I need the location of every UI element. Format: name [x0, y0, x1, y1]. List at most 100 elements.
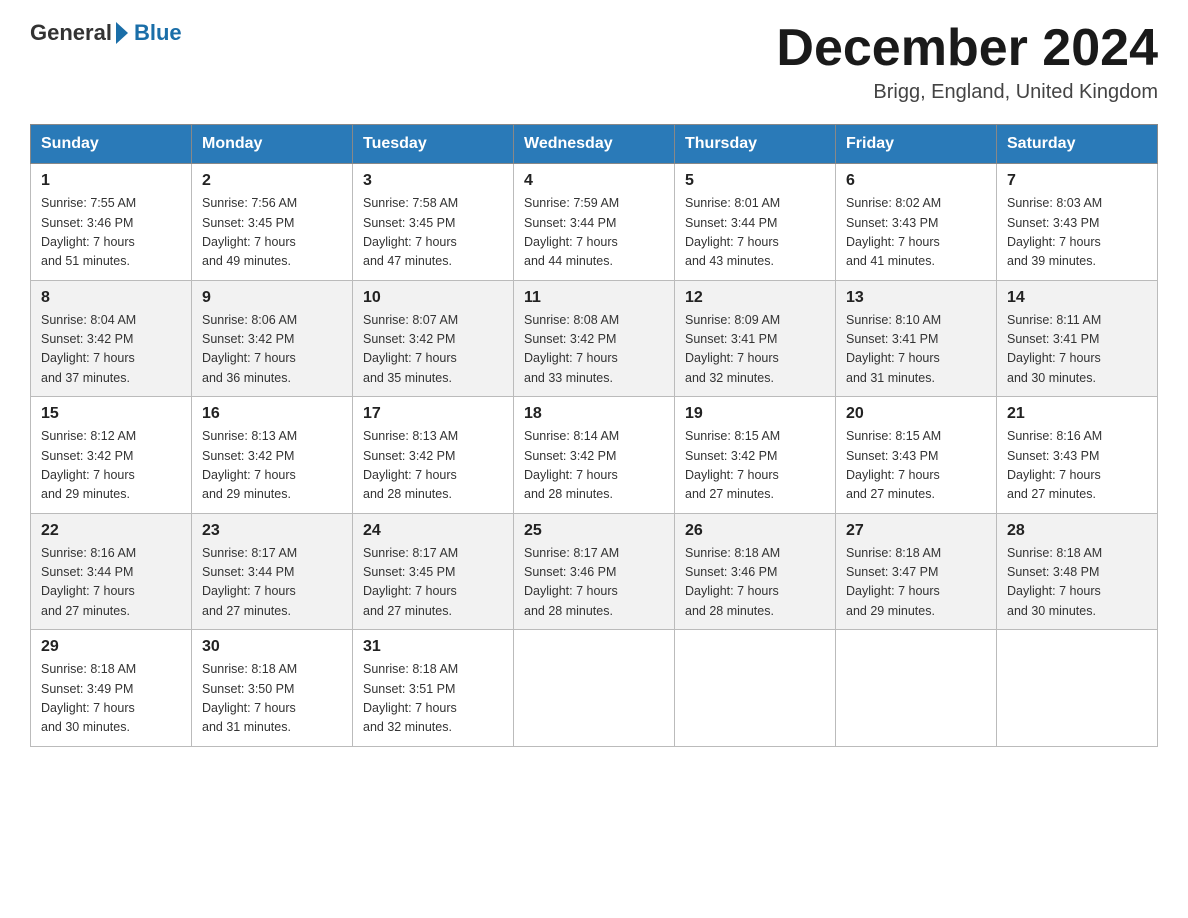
day-cell-23: 23 Sunrise: 8:17 AM Sunset: 3:44 PM Dayli…: [192, 513, 353, 630]
day-info: Sunrise: 8:06 AM Sunset: 3:42 PM Dayligh…: [202, 311, 342, 389]
day-cell-18: 18 Sunrise: 8:14 AM Sunset: 3:42 PM Dayli…: [514, 397, 675, 514]
day-cell-1: 1Sunrise: 7:55 AM Sunset: 3:46 PM Daylig…: [31, 164, 192, 281]
day-cell-26: 26Sunrise: 8:18 AM Sunset: 3:46 PM Dayli…: [675, 513, 836, 630]
empty-cell: [997, 630, 1158, 747]
day-number: 2: [202, 172, 342, 190]
day-info: Sunrise: 8:16 AM Sunset: 3:44 PM Dayligh…: [41, 544, 181, 622]
day-cell-11: 11 Sunrise: 8:08 AM Sunset: 3:42 PM Dayli…: [514, 280, 675, 397]
logo-text: General Blue: [30, 20, 182, 46]
day-number: 5: [685, 172, 825, 190]
day-number: 22: [41, 522, 181, 540]
day-info: Sunrise: 8:18 AM Sunset: 3:47 PM Dayligh…: [846, 544, 986, 622]
location-text: Brigg, England, United Kingdom: [776, 81, 1158, 104]
day-cell-8: 8 Sunrise: 8:04 AM Sunset: 3:42 PM Daylig…: [31, 280, 192, 397]
day-number: 11: [524, 289, 664, 307]
day-cell-9: 9 Sunrise: 8:06 AM Sunset: 3:42 PM Daylig…: [192, 280, 353, 397]
day-number: 4: [524, 172, 664, 190]
day-number: 21: [1007, 405, 1147, 423]
day-cell-21: 21 Sunrise: 8:16 AM Sunset: 3:43 PM Dayli…: [997, 397, 1158, 514]
day-info: Sunrise: 8:09 AM Sunset: 3:41 PM Dayligh…: [685, 311, 825, 389]
day-number: 12: [685, 289, 825, 307]
day-info: Sunrise: 8:04 AM Sunset: 3:42 PM Dayligh…: [41, 311, 181, 389]
day-number: 18: [524, 405, 664, 423]
day-number: 27: [846, 522, 986, 540]
day-number: 17: [363, 405, 503, 423]
day-info: Sunrise: 8:03 AM Sunset: 3:43 PM Dayligh…: [1007, 194, 1147, 272]
day-info: Sunrise: 8:10 AM Sunset: 3:41 PM Dayligh…: [846, 311, 986, 389]
day-info: Sunrise: 8:16 AM Sunset: 3:43 PM Dayligh…: [1007, 427, 1147, 505]
day-cell-12: 12 Sunrise: 8:09 AM Sunset: 3:41 PM Dayli…: [675, 280, 836, 397]
day-cell-31: 31 Sunrise: 8:18 AM Sunset: 3:51 PM Dayli…: [353, 630, 514, 747]
day-info: Sunrise: 8:18 AM Sunset: 3:46 PM Dayligh…: [685, 544, 825, 622]
day-cell-15: 15Sunrise: 8:12 AM Sunset: 3:42 PM Dayli…: [31, 397, 192, 514]
day-of-week-wednesday: Wednesday: [514, 125, 675, 164]
day-of-week-tuesday: Tuesday: [353, 125, 514, 164]
day-info: Sunrise: 8:15 AM Sunset: 3:42 PM Dayligh…: [685, 427, 825, 505]
day-cell-20: 20 Sunrise: 8:15 AM Sunset: 3:43 PM Dayli…: [836, 397, 997, 514]
logo-arrow-icon: [116, 22, 128, 44]
day-number: 24: [363, 522, 503, 540]
day-cell-4: 4 Sunrise: 7:59 AM Sunset: 3:44 PM Daylig…: [514, 164, 675, 281]
day-number: 19: [685, 405, 825, 423]
calendar-table: SundayMondayTuesdayWednesdayThursdayFrid…: [30, 124, 1158, 747]
day-of-week-saturday: Saturday: [997, 125, 1158, 164]
day-cell-29: 29Sunrise: 8:18 AM Sunset: 3:49 PM Dayli…: [31, 630, 192, 747]
logo-blue-text: Blue: [134, 20, 182, 46]
day-number: 30: [202, 638, 342, 656]
day-cell-14: 14Sunrise: 8:11 AM Sunset: 3:41 PM Dayli…: [997, 280, 1158, 397]
empty-cell: [514, 630, 675, 747]
calendar-header-row: SundayMondayTuesdayWednesdayThursdayFrid…: [31, 125, 1158, 164]
day-number: 10: [363, 289, 503, 307]
empty-cell: [675, 630, 836, 747]
day-number: 31: [363, 638, 503, 656]
day-number: 25: [524, 522, 664, 540]
day-of-week-thursday: Thursday: [675, 125, 836, 164]
day-cell-6: 6Sunrise: 8:02 AM Sunset: 3:43 PM Daylig…: [836, 164, 997, 281]
week-row-3: 15Sunrise: 8:12 AM Sunset: 3:42 PM Dayli…: [31, 397, 1158, 514]
day-cell-17: 17Sunrise: 8:13 AM Sunset: 3:42 PM Dayli…: [353, 397, 514, 514]
day-info: Sunrise: 7:59 AM Sunset: 3:44 PM Dayligh…: [524, 194, 664, 272]
week-row-4: 22 Sunrise: 8:16 AM Sunset: 3:44 PM Dayli…: [31, 513, 1158, 630]
day-info: Sunrise: 8:17 AM Sunset: 3:44 PM Dayligh…: [202, 544, 342, 622]
day-number: 9: [202, 289, 342, 307]
day-number: 29: [41, 638, 181, 656]
title-area: December 2024 Brigg, England, United Kin…: [776, 20, 1158, 104]
day-info: Sunrise: 8:18 AM Sunset: 3:50 PM Dayligh…: [202, 660, 342, 738]
day-number: 20: [846, 405, 986, 423]
day-number: 1: [41, 172, 181, 190]
week-row-5: 29Sunrise: 8:18 AM Sunset: 3:49 PM Dayli…: [31, 630, 1158, 747]
day-number: 16: [202, 405, 342, 423]
day-number: 23: [202, 522, 342, 540]
day-cell-16: 16Sunrise: 8:13 AM Sunset: 3:42 PM Dayli…: [192, 397, 353, 514]
day-cell-13: 13 Sunrise: 8:10 AM Sunset: 3:41 PM Dayli…: [836, 280, 997, 397]
day-info: Sunrise: 8:18 AM Sunset: 3:48 PM Dayligh…: [1007, 544, 1147, 622]
day-number: 6: [846, 172, 986, 190]
day-info: Sunrise: 8:08 AM Sunset: 3:42 PM Dayligh…: [524, 311, 664, 389]
day-info: Sunrise: 8:14 AM Sunset: 3:42 PM Dayligh…: [524, 427, 664, 505]
day-number: 13: [846, 289, 986, 307]
day-number: 14: [1007, 289, 1147, 307]
month-title: December 2024: [776, 20, 1158, 77]
day-info: Sunrise: 8:17 AM Sunset: 3:45 PM Dayligh…: [363, 544, 503, 622]
day-cell-27: 27 Sunrise: 8:18 AM Sunset: 3:47 PM Dayli…: [836, 513, 997, 630]
empty-cell: [836, 630, 997, 747]
day-info: Sunrise: 8:18 AM Sunset: 3:51 PM Dayligh…: [363, 660, 503, 738]
day-info: Sunrise: 8:15 AM Sunset: 3:43 PM Dayligh…: [846, 427, 986, 505]
day-info: Sunrise: 8:01 AM Sunset: 3:44 PM Dayligh…: [685, 194, 825, 272]
day-cell-19: 19 Sunrise: 8:15 AM Sunset: 3:42 PM Dayli…: [675, 397, 836, 514]
day-info: Sunrise: 7:58 AM Sunset: 3:45 PM Dayligh…: [363, 194, 503, 272]
day-cell-30: 30 Sunrise: 8:18 AM Sunset: 3:50 PM Dayli…: [192, 630, 353, 747]
day-number: 7: [1007, 172, 1147, 190]
week-row-1: 1Sunrise: 7:55 AM Sunset: 3:46 PM Daylig…: [31, 164, 1158, 281]
day-cell-10: 10Sunrise: 8:07 AM Sunset: 3:42 PM Dayli…: [353, 280, 514, 397]
day-info: Sunrise: 8:17 AM Sunset: 3:46 PM Dayligh…: [524, 544, 664, 622]
day-of-week-sunday: Sunday: [31, 125, 192, 164]
day-cell-25: 25 Sunrise: 8:17 AM Sunset: 3:46 PM Dayli…: [514, 513, 675, 630]
day-number: 3: [363, 172, 503, 190]
week-row-2: 8 Sunrise: 8:04 AM Sunset: 3:42 PM Daylig…: [31, 280, 1158, 397]
day-cell-7: 7 Sunrise: 8:03 AM Sunset: 3:43 PM Daylig…: [997, 164, 1158, 281]
day-cell-24: 24 Sunrise: 8:17 AM Sunset: 3:45 PM Dayli…: [353, 513, 514, 630]
day-cell-2: 2Sunrise: 7:56 AM Sunset: 3:45 PM Daylig…: [192, 164, 353, 281]
day-of-week-friday: Friday: [836, 125, 997, 164]
day-number: 8: [41, 289, 181, 307]
